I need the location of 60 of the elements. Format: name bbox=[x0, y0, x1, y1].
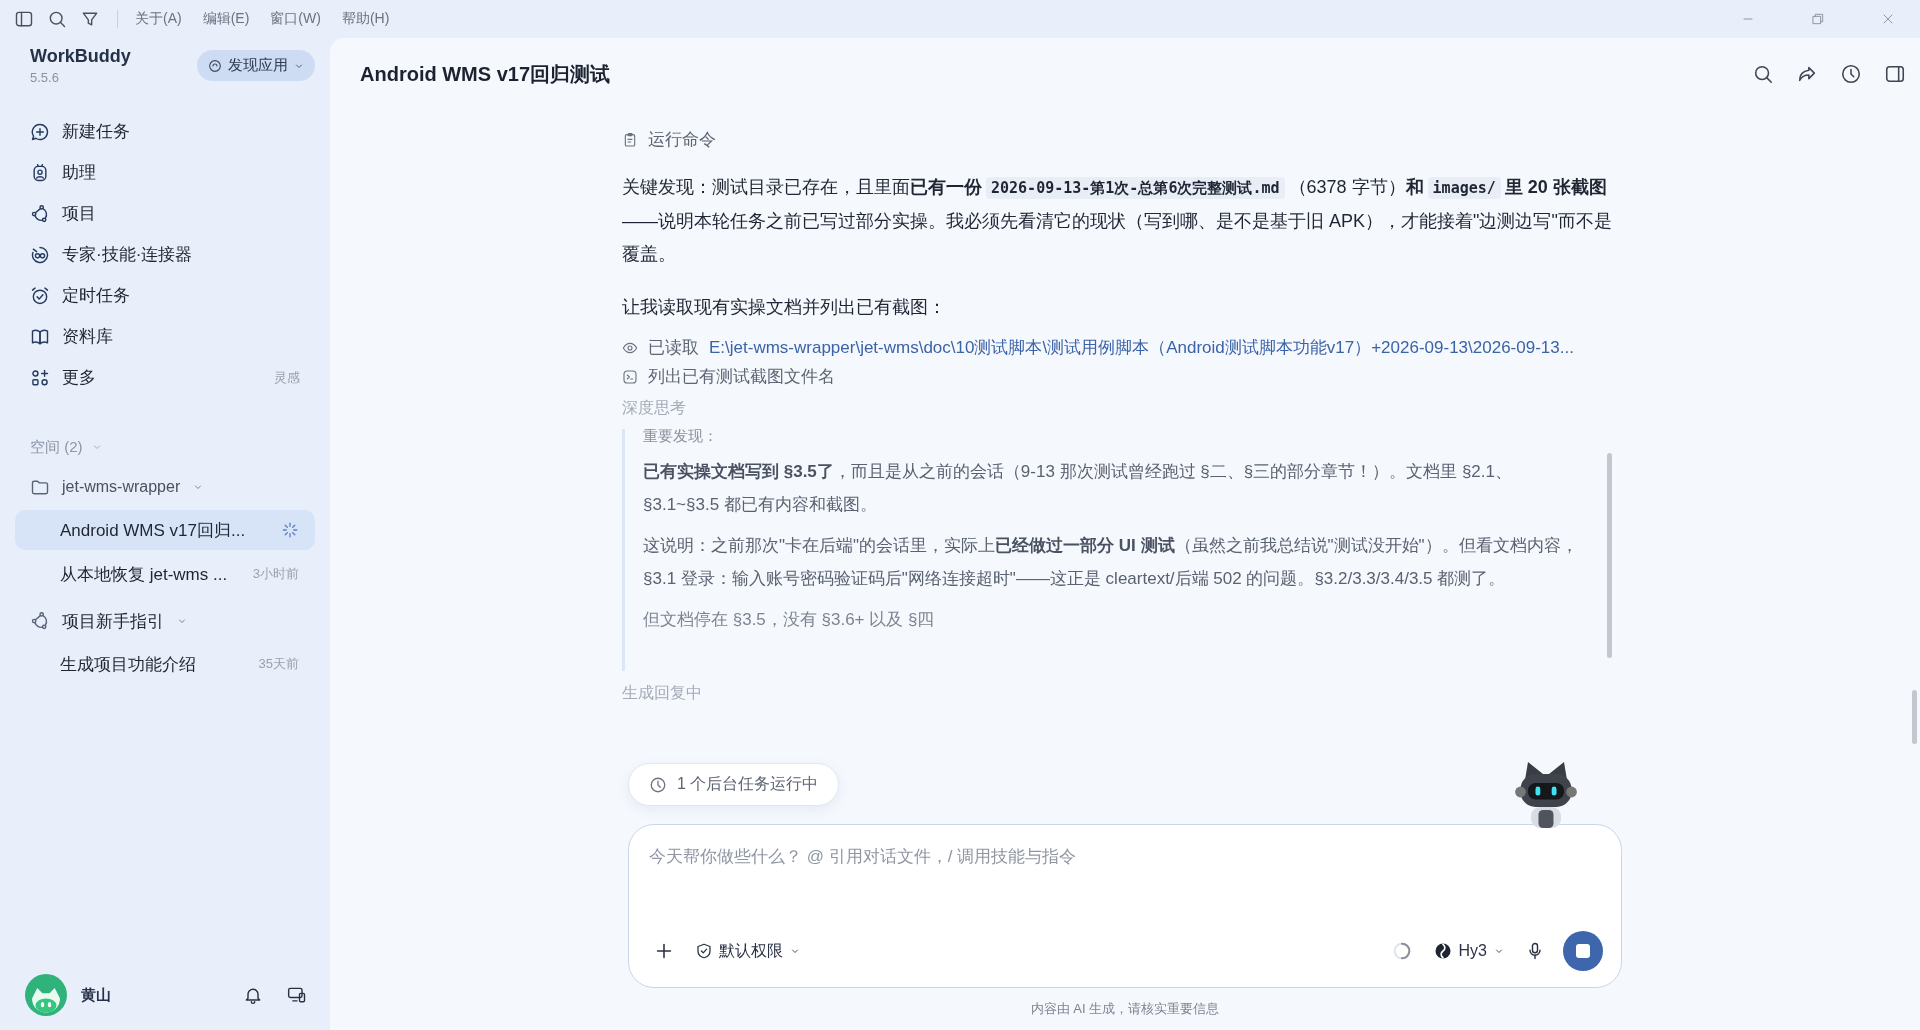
thinking-paragraph: 但文档停在 §3.5，没有 §3.6+ 以及 §四 bbox=[643, 609, 936, 631]
message-paragraph: 关键发现：测试目录已存在，且里面已有一份 2026-09-13-第1次-总第6次完整测试.md （6378 字节）和 images/ 里 20 张截图 ——说明本轮任务之前已写过部分实操。我必须先看清它的现状（写到哪、是不是基于旧 APK），才能接着"边测边写"而不是覆盖。 bbox=[622, 176, 1613, 266]
robot-icon bbox=[30, 162, 50, 183]
step-label: 已读取 bbox=[648, 337, 699, 359]
sidebar-item[interactable]: 助理 bbox=[15, 152, 315, 193]
project-group[interactable]: jet-wms-wrapper bbox=[15, 466, 315, 508]
face-icon bbox=[30, 244, 50, 265]
spinner-icon bbox=[281, 521, 299, 539]
user-name: 黄山 bbox=[81, 985, 112, 1005]
thinking-paragraph: 重要发现： bbox=[643, 429, 719, 446]
thinking-paragraph: 已有实操文档写到 §3.5了，而且是从之前的会话（9-13 那次测试曾经跑过 §二、§三的部分章节！）。文档里 §2.1、§3.1~§3.5 都已有内容和截图。 bbox=[643, 461, 1513, 516]
chat-title: Android WMS v17回归测试 bbox=[360, 61, 610, 87]
menu-item[interactable]: 窗口(W) bbox=[270, 10, 321, 28]
task-item[interactable]: 生成项目功能介绍 35天前 bbox=[15, 644, 315, 684]
model-selector[interactable]: Hy3 bbox=[1430, 937, 1507, 965]
nodes-icon bbox=[30, 611, 50, 631]
shield-check-icon bbox=[695, 942, 713, 960]
nodes-icon bbox=[30, 203, 50, 224]
sidebar-item[interactable]: 资料库 bbox=[15, 316, 315, 357]
disclaimer-text: 内容由 AI 生成，请核实重要信息 bbox=[1030, 1000, 1220, 1018]
alarm-clock-icon bbox=[30, 285, 50, 306]
sidebar-toggle-icon[interactable] bbox=[14, 9, 34, 29]
sidebar-item[interactable]: 项目 bbox=[15, 193, 315, 234]
step-label: 运行命令 bbox=[648, 129, 716, 151]
apps-grid-icon bbox=[30, 367, 50, 388]
folder-icon bbox=[30, 477, 50, 497]
search-icon[interactable] bbox=[1752, 63, 1774, 85]
clipboard-icon bbox=[622, 131, 638, 148]
menu-item[interactable]: 关于(A) bbox=[135, 10, 182, 28]
permission-dropdown[interactable]: 默认权限 bbox=[693, 936, 803, 966]
sidebar-item[interactable]: 专家·技能·连接器 bbox=[15, 234, 315, 275]
message-composer[interactable]: 今天帮你做些什么？ @ 引用对话文件，/ 调用技能与指令 默认权限 Hy3 bbox=[628, 824, 1622, 988]
task-item[interactable]: 从本地恢复 jet-wms ... 3小时前 bbox=[15, 554, 315, 594]
stop-button[interactable] bbox=[1563, 931, 1603, 971]
app-version: 5.5.6 bbox=[30, 70, 60, 85]
message-paragraph: 让我读取现有实操文档并列出已有截图： bbox=[622, 296, 947, 319]
file-path-link[interactable]: E:\jet-wms-wrapper\jet-wms\doc\10测试脚本\测试用例脚本（Android测试脚本功能v17）+2026-09-13\2026-09-13... bbox=[709, 336, 1574, 359]
project-group[interactable]: 项目新手指引 bbox=[15, 600, 315, 642]
menu-item[interactable]: 编辑(E) bbox=[202, 10, 250, 28]
terminal-icon bbox=[622, 368, 638, 385]
search-icon[interactable] bbox=[47, 9, 67, 29]
thinking-paragraph: 这说明：之前那次"卡在后端"的会话里，实际上已经做过一部分 UI 测试（虽然之前我总结说"测试没开始"）。但看文档内容，§3.1 登录：输入账号密码验证码后"网络连接超时"——这正是 cleartext/后端 502 的问题。§3.2/3.3/3.4/3.5 都测了。 bbox=[643, 535, 1579, 590]
discover-apps-button[interactable]: 发现应用 bbox=[197, 50, 315, 81]
step-label: 列出已有测试截图文件名 bbox=[648, 366, 835, 388]
status-label: 深度思考 bbox=[622, 398, 687, 418]
status-label: 生成回复中 bbox=[622, 683, 703, 703]
task-item[interactable]: Android WMS v17回归... bbox=[15, 510, 315, 550]
background-task-button[interactable]: 1 个后台任务运行中 bbox=[628, 763, 840, 806]
scrollbar-thumb[interactable] bbox=[1912, 690, 1917, 744]
sidebar-item[interactable]: 定时任务 bbox=[15, 275, 315, 316]
app-name: WorkBuddy bbox=[30, 46, 131, 67]
history-icon[interactable] bbox=[1840, 63, 1862, 85]
sidebar-item[interactable]: 更多 灵感 bbox=[15, 357, 315, 398]
chat-plus-icon bbox=[30, 121, 50, 142]
menu-item[interactable]: 帮助(H) bbox=[341, 10, 390, 28]
devices-icon[interactable] bbox=[287, 985, 307, 1005]
clock-icon bbox=[649, 775, 667, 794]
panel-toggle-icon[interactable] bbox=[1884, 63, 1906, 85]
funnel-icon[interactable] bbox=[80, 9, 100, 29]
sidebar-item[interactable]: 新建任务 bbox=[15, 111, 315, 152]
